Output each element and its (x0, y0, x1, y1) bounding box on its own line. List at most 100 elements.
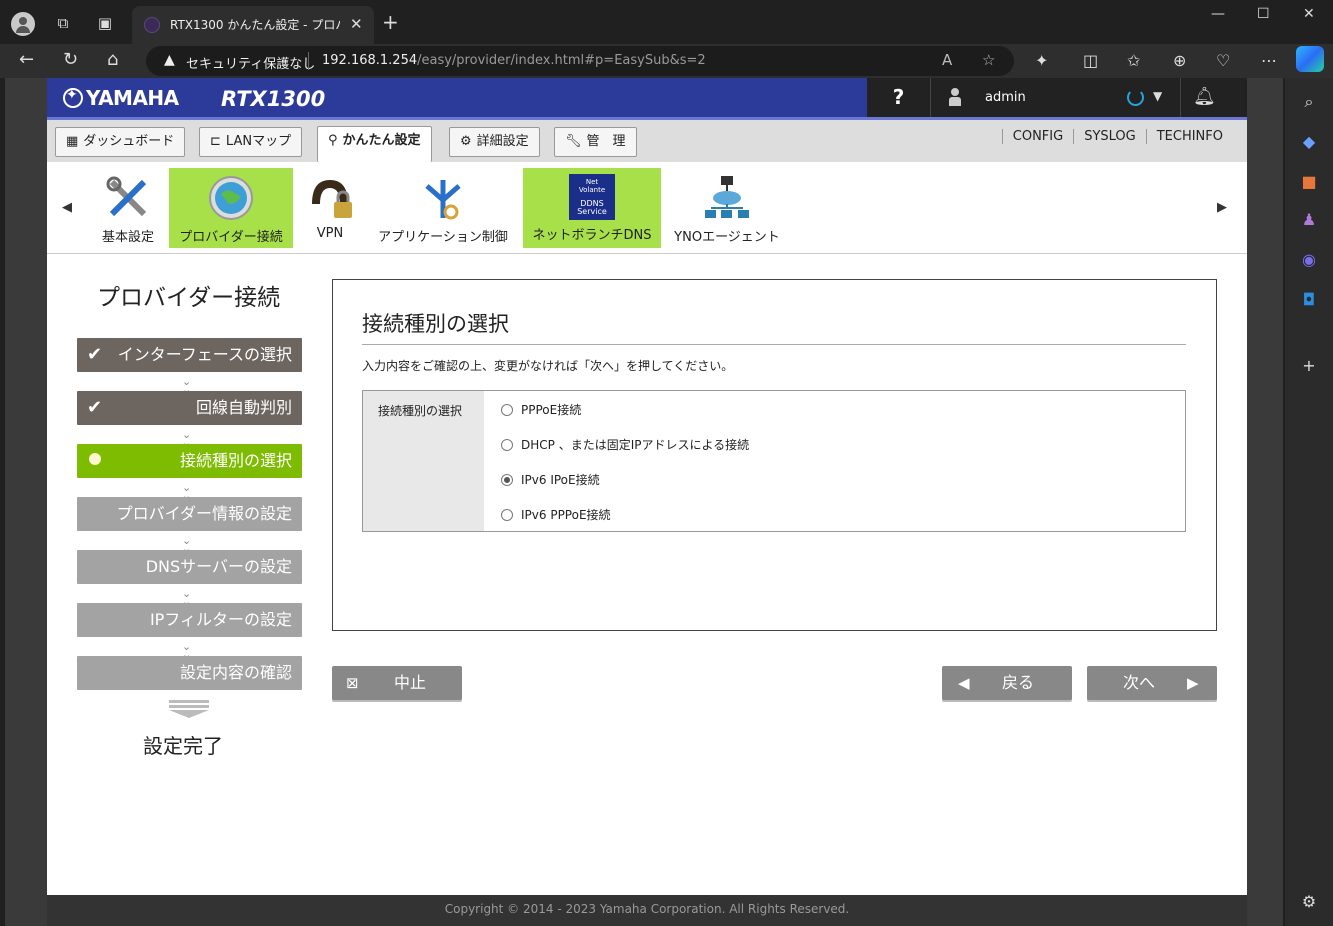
read-aloud-icon[interactable]: A (942, 51, 952, 69)
search-icon[interactable]: ⌕ (1299, 92, 1319, 112)
step-label: 接続種別の選択 (179, 451, 292, 470)
menu-advanced[interactable]: ⚙ 詳細設定 (449, 127, 540, 157)
new-tab-icon[interactable]: + (382, 10, 399, 34)
option-label: IPv6 IPoE接続 (521, 473, 600, 487)
radio-button[interactable] (501, 439, 513, 451)
chevron-down-icon[interactable]: ▼ (1153, 89, 1162, 103)
security-label[interactable]: セキュリティ保護なし (186, 53, 315, 72)
menu-label: 管 理 (586, 134, 626, 149)
tools-icon (106, 176, 147, 217)
step-label: IPフィルターの設定 (149, 610, 292, 629)
tab-actions-icon[interactable]: ▣ (94, 12, 116, 34)
category-provider[interactable]: プロバイダー接続 (169, 168, 293, 248)
option-ipv6-ipoe[interactable]: IPv6 IPoE接続 (501, 471, 600, 488)
radio-button-selected[interactable] (501, 474, 513, 486)
sidebar-settings-icon[interactable]: ⚙ (1299, 892, 1319, 912)
settings-panel: 接続種別の選択 入力内容をご確認の上、変更がなければ「次へ」を押してください。 … (332, 279, 1217, 631)
tab-close-icon[interactable]: ✕ (350, 15, 363, 33)
syslog-link[interactable]: SYSLOG (1073, 129, 1146, 144)
tab-favicon-icon (144, 17, 160, 33)
outlook-icon[interactable]: ◘ (1299, 290, 1319, 310)
category-label: VPN (316, 226, 344, 241)
split-screen-icon[interactable]: ◫ (1083, 51, 1098, 70)
copilot-sidebar-icon[interactable]: ◉ (1299, 250, 1319, 270)
wrench-icon: 🔧︎ (565, 134, 582, 149)
menu-easy-setup[interactable]: ⚲ かんたん設定 (317, 126, 432, 162)
menu-lanmap[interactable]: ⊏ LANマップ (199, 127, 303, 157)
triangle-left-icon: ◀ (958, 674, 970, 692)
menu-label: かんたん設定 (342, 133, 421, 148)
cancel-button[interactable]: ⊠ 中止 (332, 666, 462, 700)
profile-avatar-icon[interactable] (11, 12, 35, 36)
help-button[interactable]: ? (867, 78, 931, 117)
arrow-down-icon (169, 700, 209, 718)
copilot-icon[interactable] (1296, 46, 1324, 72)
category-basic[interactable]: 基本設定 (95, 168, 161, 248)
favorites-icon[interactable]: ✩ (1127, 51, 1140, 70)
techinfo-link[interactable]: TECHINFO (1145, 129, 1233, 144)
category-vpn[interactable]: VPN (300, 168, 360, 248)
gear-icon: ⚙ (460, 134, 472, 149)
minimize-icon[interactable]: — (1211, 6, 1225, 22)
notification-bell-icon[interactable]: 🔔︎ (1193, 86, 1216, 107)
performance-icon[interactable]: ♡ (1216, 51, 1230, 70)
games-icon[interactable]: ♟ (1299, 210, 1319, 230)
next-button[interactable]: 次へ ▶ (1087, 666, 1217, 700)
user-menu[interactable]: admin ▼ (931, 78, 1181, 117)
loading-spinner-icon (1127, 89, 1144, 106)
option-dhcp-static[interactable]: DHCP 、または固定IPアドレスによる接続 (501, 436, 749, 453)
address-bar[interactable]: ▲ セキュリティ保護なし 192.168.1.254/easy/provider… (146, 46, 1014, 76)
tuning-fork-icon (63, 87, 83, 108)
home-icon[interactable]: ⌂ (107, 49, 118, 70)
menu-admin[interactable]: 🔧︎ 管 理 (554, 127, 637, 157)
favorite-star-icon[interactable]: ☆ (982, 51, 995, 69)
refresh-icon[interactable]: ↻ (63, 49, 78, 70)
add-sidebar-icon[interactable]: + (1299, 356, 1319, 376)
radio-button[interactable] (501, 509, 513, 521)
wizard-step-interface: ✔ インターフェースの選択 (77, 338, 302, 372)
option-pppoe[interactable]: PPPoE接続 (501, 401, 581, 418)
vpn-lock-icon (312, 180, 352, 218)
category-netvolante-dns[interactable]: Net Volante DDNS Service ネットボランチDNS (523, 168, 661, 248)
radio-button[interactable] (501, 404, 513, 416)
back-button[interactable]: ◀ 戻る (942, 666, 1072, 700)
wizard-step-line-detect: ✔ 回線自動判別 (77, 391, 302, 425)
extensions-icon[interactable]: ✦ (1035, 51, 1048, 70)
menu-dashboard[interactable]: ▦ ダッシュボード (55, 127, 186, 157)
yamaha-logo[interactable]: YAMAHA (63, 86, 179, 110)
collections-icon[interactable]: ⊕ (1173, 51, 1186, 70)
wizard-step-dns: DNSサーバーの設定 (77, 550, 302, 584)
workspaces-icon[interactable]: ⧉ (52, 12, 74, 34)
toolbox-icon[interactable]: ■ (1299, 172, 1319, 192)
close-box-icon: ⊠ (346, 674, 359, 692)
user-icon (949, 88, 961, 106)
ddns-badge-line: Net (585, 178, 599, 186)
checkmark-icon: ✔ (87, 397, 103, 418)
category-app-control[interactable]: アプリケーション制御 (375, 168, 511, 248)
maximize-icon[interactable]: ☐ (1257, 6, 1270, 22)
browser-tab[interactable]: RTX1300 かんたん設定 - プロバイダー接続 ✕ (132, 6, 374, 44)
ddns-badge-line: Volante (578, 186, 606, 194)
category-yno-agent[interactable]: YNOエージェント (671, 168, 783, 248)
url-text[interactable]: 192.168.1.254/easy/provider/index.html#p… (322, 53, 706, 68)
yno-network-icon (705, 176, 749, 218)
back-icon[interactable]: ← (19, 49, 34, 70)
window-close-icon[interactable]: ✕ (1303, 6, 1315, 22)
tag-icon[interactable]: ◆ (1299, 132, 1319, 152)
scroll-right-icon[interactable]: ▶ (1217, 200, 1227, 215)
ddns-badge-line: Service (577, 207, 607, 216)
tab-title: RTX1300 かんたん設定 - プロバイダー接続 (170, 18, 340, 32)
config-link[interactable]: CONFIG (1001, 129, 1074, 144)
category-label: ネットボランチDNS (532, 228, 652, 243)
option-ipv6-pppoe[interactable]: IPv6 PPPoE接続 (501, 506, 611, 523)
browser-toolbar: ← ↻ ⌂ ▲ セキュリティ保護なし 192.168.1.254/easy/pr… (0, 44, 1333, 78)
page-footer: Copyright © 2014 - 2023 Yamaha Corporati… (47, 895, 1247, 926)
scroll-left-icon[interactable]: ◀ (62, 200, 72, 215)
connection-type-table: 接続種別の選択 PPPoE接続 DHCP 、または固定IPアドレスによる接続 I… (362, 390, 1186, 532)
main-menu: ▦ ダッシュボード ⊏ LANマップ ⚲ かんたん設定 ⚙ 詳細設定 🔧︎ 管 理 CON… (47, 120, 1247, 162)
more-menu-icon[interactable]: ⋯ (1261, 51, 1277, 70)
globe-icon (209, 176, 253, 220)
wizard-step-confirm: 設定内容の確認 (77, 656, 302, 690)
category-label: アプリケーション制御 (378, 230, 508, 245)
warning-icon: ▲ (164, 52, 175, 68)
